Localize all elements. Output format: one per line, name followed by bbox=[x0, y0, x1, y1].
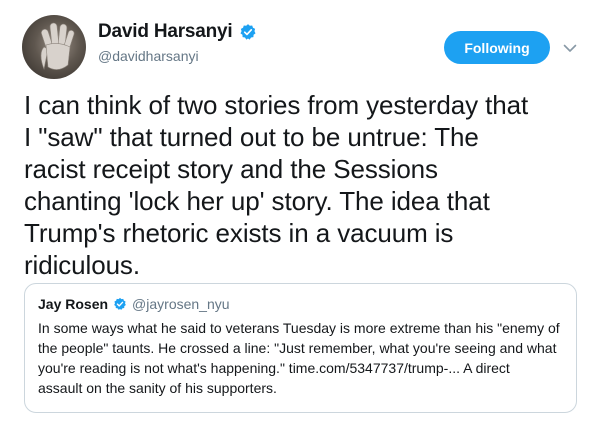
quoted-tweet-card[interactable]: Jay Rosen @jayrosen_nyu In some ways wha… bbox=[24, 283, 577, 413]
verified-badge-icon bbox=[239, 23, 257, 41]
tweet-card: David Harsanyi @davidharsanyi Following … bbox=[0, 0, 600, 427]
avatar-hand-image bbox=[40, 22, 75, 71]
author-display-name[interactable]: David Harsanyi bbox=[98, 21, 233, 43]
author-block: David Harsanyi @davidharsanyi bbox=[98, 21, 257, 64]
author-name-row: David Harsanyi bbox=[98, 21, 257, 43]
chevron-down-icon bbox=[563, 44, 577, 52]
quoted-verified-badge-icon bbox=[113, 297, 127, 311]
tweet-text: I can think of two stories from yesterda… bbox=[24, 90, 529, 280]
avatar[interactable] bbox=[22, 15, 86, 79]
quoted-tweet-header: Jay Rosen @jayrosen_nyu bbox=[38, 296, 562, 312]
author-handle[interactable]: @davidharsanyi bbox=[98, 48, 257, 64]
quoted-tweet-text: In some ways what he said to veterans Tu… bbox=[38, 320, 560, 396]
following-button[interactable]: Following bbox=[444, 31, 550, 64]
tweet-options-button[interactable] bbox=[560, 38, 580, 58]
quoted-author-name: Jay Rosen bbox=[38, 296, 109, 312]
quoted-author-handle: @jayrosen_nyu bbox=[132, 296, 230, 312]
